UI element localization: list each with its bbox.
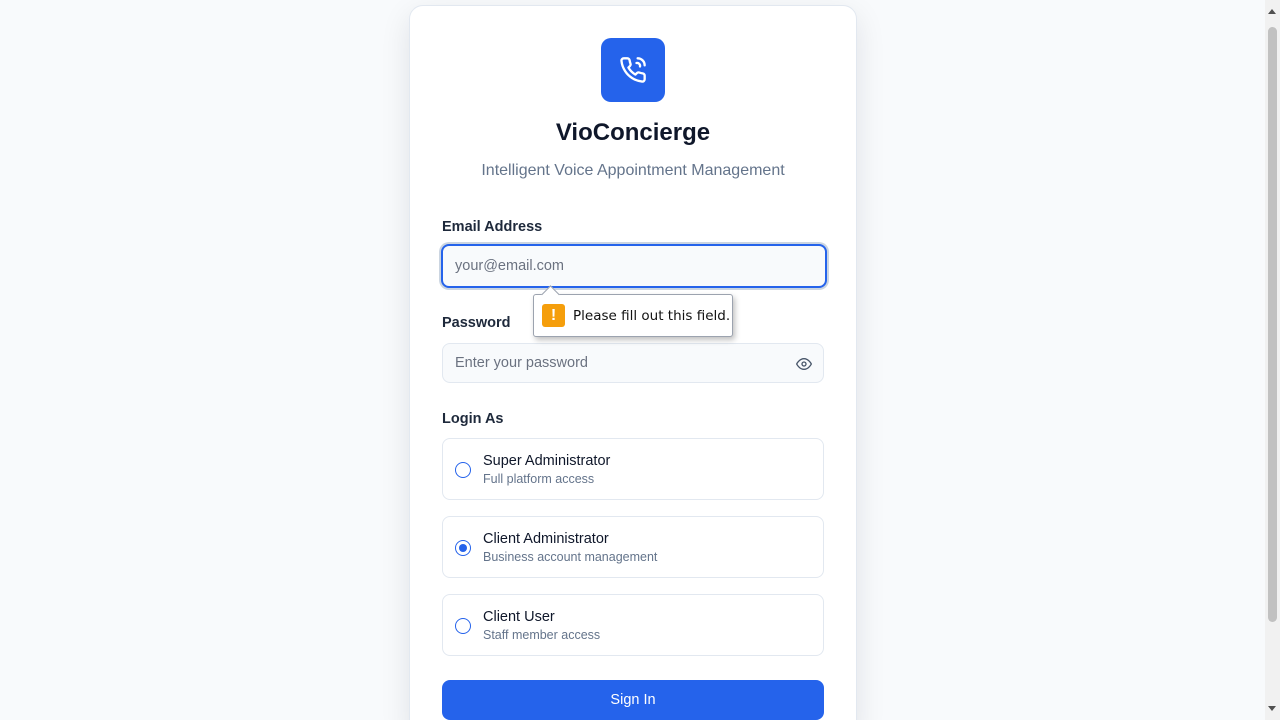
role-option-super-administrator[interactable]: Super Administrator Full platform access — [442, 438, 824, 500]
scroll-down-arrow-icon[interactable] — [1268, 706, 1276, 711]
eye-icon — [796, 358, 812, 370]
radio-client-administrator[interactable] — [455, 540, 471, 556]
password-label: Password — [442, 315, 511, 331]
validation-tooltip: ! Please fill out this field. — [533, 294, 733, 337]
toggle-password-visibility-button[interactable] — [795, 355, 813, 373]
scrollbar-thumb[interactable] — [1268, 27, 1277, 622]
sign-in-button[interactable]: Sign In — [442, 680, 824, 720]
password-field-container — [442, 343, 824, 383]
warning-icon: ! — [542, 304, 565, 327]
validation-message: Please fill out this field. — [573, 307, 731, 324]
role-description: Staff member access — [483, 628, 601, 642]
role-option-client-user[interactable]: Client User Staff member access — [442, 594, 824, 656]
radio-client-user[interactable] — [455, 618, 471, 634]
app-title: VioConcierge — [555, 119, 711, 146]
page-scrollbar[interactable] — [1265, 0, 1280, 720]
scroll-up-arrow-icon[interactable] — [1268, 9, 1276, 14]
app-logo — [601, 38, 665, 102]
role-description: Business account management — [483, 550, 658, 564]
phone-signal-icon — [620, 57, 646, 83]
app-subtitle: Intelligent Voice Appointment Management — [481, 162, 785, 179]
role-title: Client Administrator — [483, 531, 609, 547]
email-field[interactable] — [441, 244, 827, 288]
password-field[interactable] — [443, 344, 783, 382]
login-as-label: Login As — [442, 411, 504, 427]
role-title: Super Administrator — [483, 453, 611, 469]
role-option-client-administrator[interactable]: Client Administrator Business account ma… — [442, 516, 824, 578]
role-description: Full platform access — [483, 472, 595, 486]
radio-super-administrator[interactable] — [455, 462, 471, 478]
role-title: Client User — [483, 609, 555, 625]
login-card: VioConcierge Intelligent Voice Appointme… — [409, 5, 857, 720]
email-label: Email Address — [442, 219, 543, 235]
